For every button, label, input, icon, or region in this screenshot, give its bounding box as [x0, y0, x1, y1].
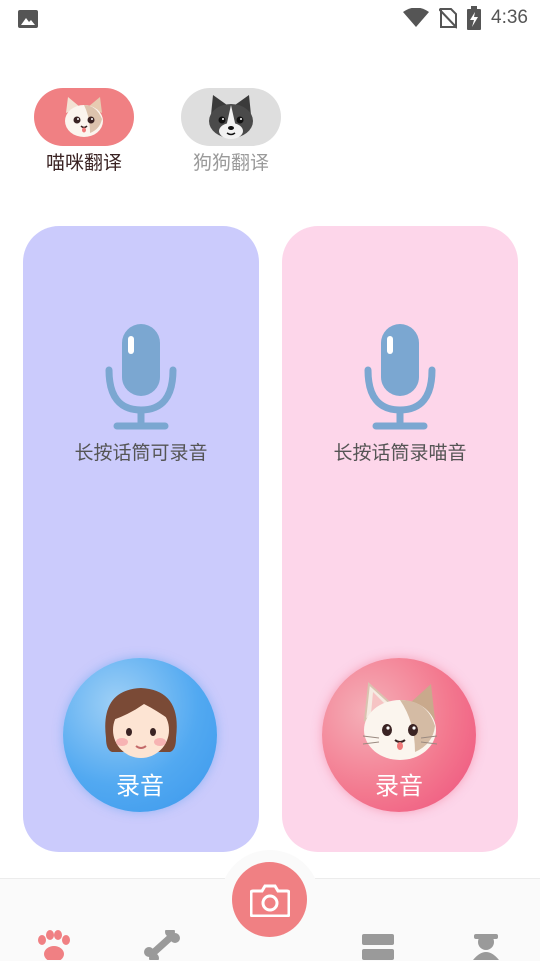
wifi-icon — [403, 8, 430, 27]
cat-avatar-icon — [362, 681, 438, 760]
battery-charging-icon — [467, 6, 482, 30]
camera-button[interactable] — [232, 862, 307, 937]
status-time: 4:36 — [491, 7, 528, 28]
cat-record-hint: 长按话筒录喵音 — [333, 442, 467, 464]
cat-record-panel: 长按话筒录喵音 录音 — [282, 226, 518, 852]
tab-cat-translate[interactable] — [34, 88, 134, 146]
human-record-button[interactable]: 录音 — [63, 658, 217, 812]
human-record-panel: 长按话筒可录音 录音 — [23, 226, 259, 852]
microphone-icon[interactable] — [360, 322, 440, 432]
cat-record-button[interactable]: 录音 — [322, 658, 476, 812]
list-icon[interactable] — [361, 930, 395, 960]
camera-icon — [249, 884, 290, 917]
human-record-hint: 长按话筒可录音 — [74, 442, 208, 464]
microphone-icon[interactable] — [101, 322, 181, 432]
status-bar: 4:36 — [0, 0, 540, 36]
tab-dog-translate[interactable] — [181, 88, 281, 146]
no-sim-icon — [439, 8, 458, 29]
girl-avatar-icon — [105, 688, 177, 758]
cat-face-icon — [65, 97, 103, 137]
human-record-label: 录音 — [116, 772, 164, 800]
tab-dog-label[interactable]: 狗狗翻译 — [171, 148, 291, 175]
bone-icon[interactable] — [144, 930, 180, 960]
profile-icon[interactable] — [471, 930, 501, 960]
photo-icon — [18, 10, 38, 28]
paw-icon[interactable] — [36, 930, 72, 960]
dog-face-icon — [209, 95, 253, 139]
cat-record-label: 录音 — [375, 772, 423, 800]
tab-cat-label[interactable]: 喵咪翻译 — [24, 148, 144, 175]
